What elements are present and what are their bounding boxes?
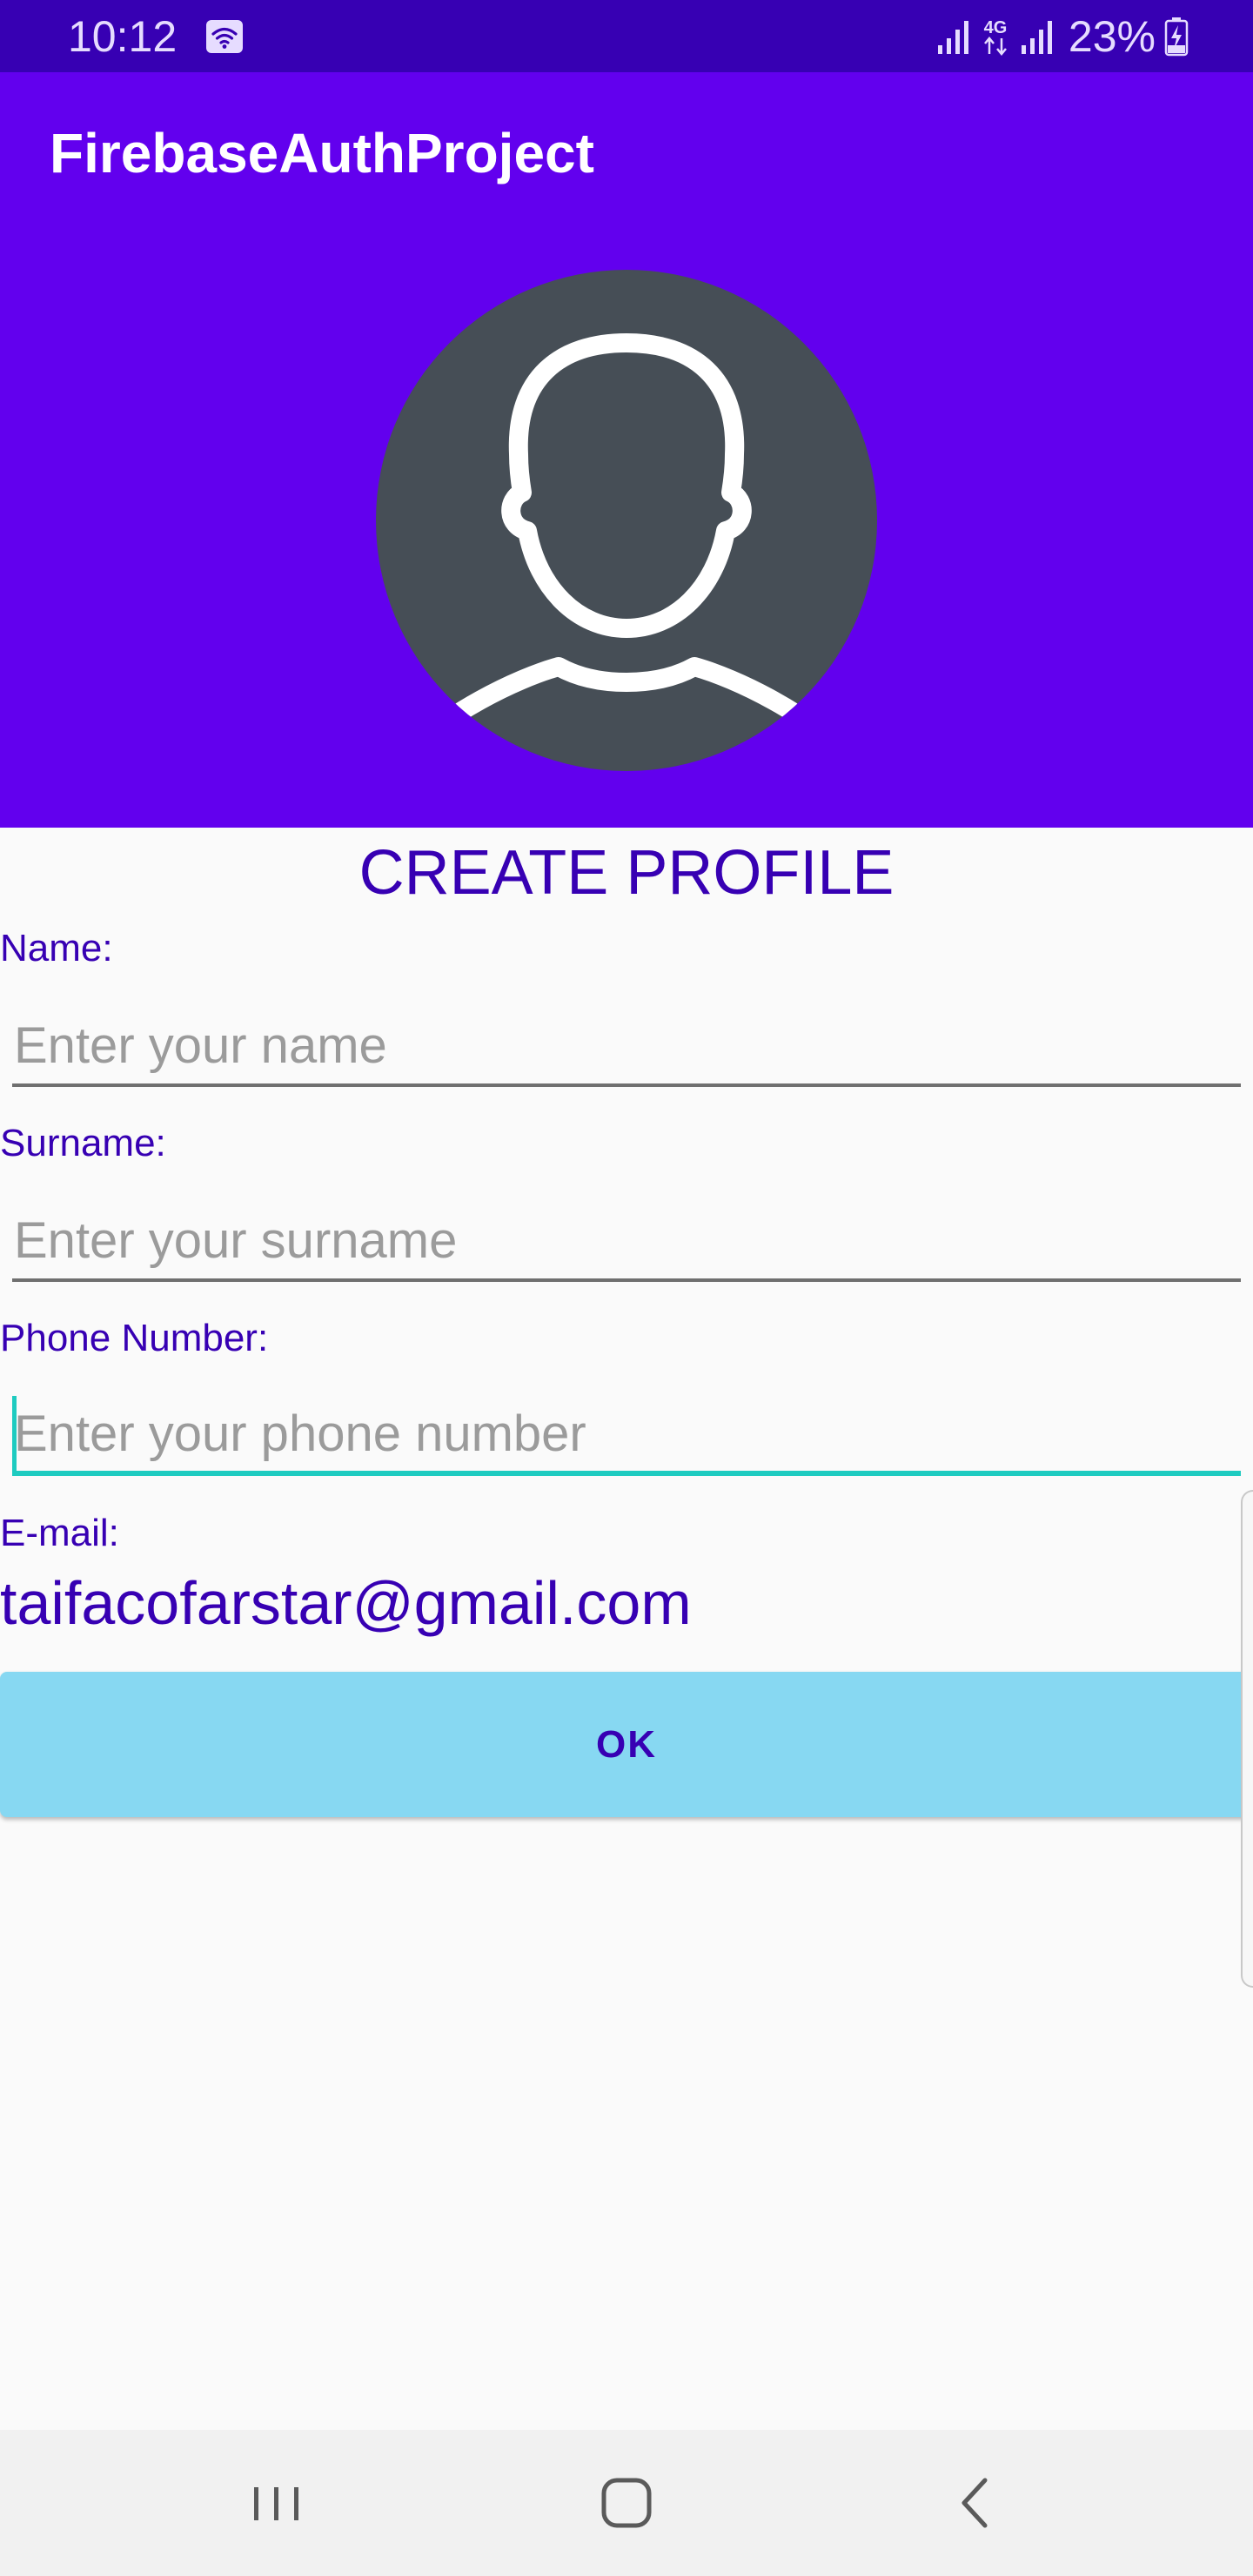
signal-icon (937, 21, 968, 54)
status-bar: 10:12 4G 23% (0, 0, 1253, 72)
recents-icon[interactable] (242, 2468, 312, 2538)
profile-header (0, 246, 1253, 828)
phone-input[interactable] (12, 1396, 1241, 1476)
email-label: E-mail: (0, 1512, 119, 1554)
avatar-placeholder-icon[interactable] (376, 270, 877, 771)
network-type-label: 4G (984, 18, 1008, 37)
navigation-bar (0, 2430, 1253, 2576)
name-input[interactable] (12, 1007, 1241, 1087)
surname-input[interactable] (12, 1202, 1241, 1282)
text-cursor (12, 1396, 17, 1471)
phone-label: Phone Number: (0, 1317, 269, 1359)
status-time: 10:12 (68, 12, 178, 61)
page-title: CREATE PROFILE (358, 838, 895, 908)
edge-panel-handle[interactable] (1241, 1490, 1253, 1988)
battery-charging-icon (1164, 17, 1189, 57)
app-bar: FirebaseAuthProject (0, 72, 1253, 246)
app-title: FirebaseAuthProject (50, 122, 594, 184)
back-icon[interactable] (941, 2468, 1011, 2538)
status-indicators: 4G 23% (936, 10, 1189, 63)
network-type-icon: 4G (984, 18, 1008, 56)
wifi-calling-icon (206, 20, 243, 53)
ok-button[interactable]: OK (0, 1672, 1253, 1817)
surname-label: Surname: (0, 1122, 166, 1164)
home-icon[interactable] (592, 2468, 661, 2538)
battery-level: 23% (1068, 12, 1156, 61)
signal-icon-2 (1021, 21, 1052, 54)
email-value: taifacofarstar@gmail.com (0, 1569, 692, 1637)
name-label: Name: (0, 927, 113, 969)
